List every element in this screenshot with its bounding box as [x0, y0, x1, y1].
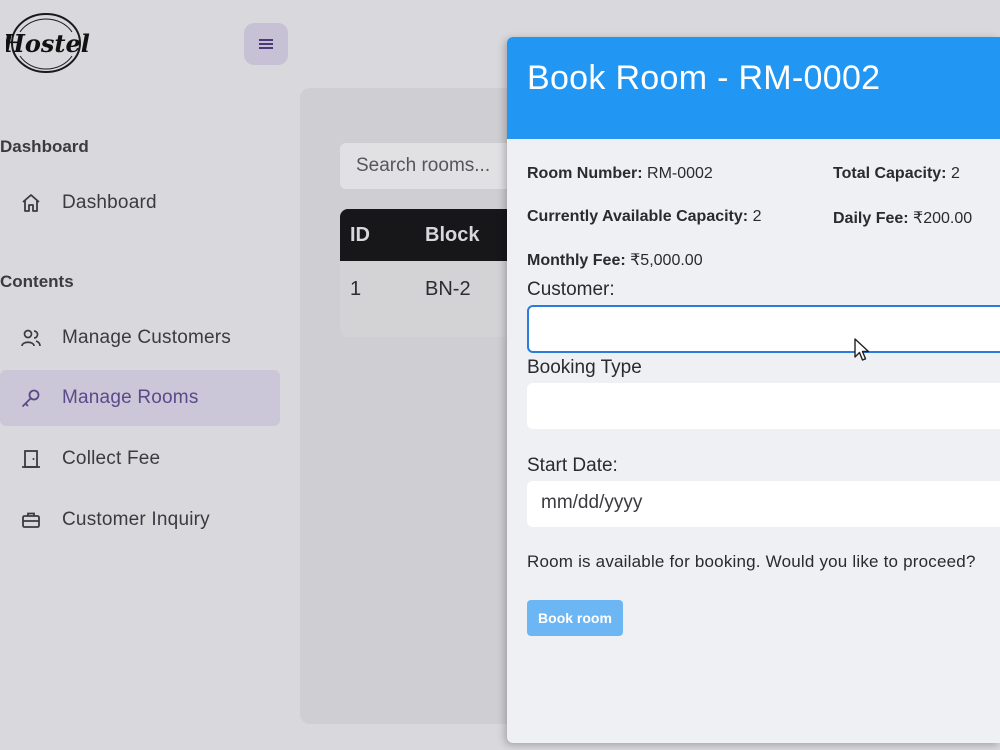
hostel-logo: Hostel	[1, 10, 90, 76]
room-number-value: RM-0002	[647, 165, 713, 182]
book-room-modal: Book Room - RM-0002 Room Number: RM-0002…	[507, 37, 1000, 743]
customer-input[interactable]	[527, 305, 1000, 353]
sidebar-item-collect-fee[interactable]: Collect Fee	[0, 431, 280, 487]
total-capacity-info: Total Capacity: 2	[833, 165, 960, 183]
mouse-cursor-icon	[854, 338, 870, 361]
users-icon	[20, 327, 42, 349]
modal-header: Book Room - RM-0002	[507, 37, 1000, 139]
booking-type-select[interactable]	[527, 383, 1000, 429]
door-icon	[20, 448, 42, 470]
total-capacity-value: 2	[950, 165, 960, 182]
sidebar-item-label: Customer Inquiry	[62, 509, 210, 530]
sidebar-item-dashboard[interactable]: Dashboard	[0, 175, 280, 231]
sidebar-item-customer-inquiry[interactable]: Customer Inquiry	[0, 492, 280, 548]
monthly-fee-value: ₹5,000.00	[630, 252, 703, 269]
daily-fee-value: ₹200.00	[913, 210, 973, 227]
available-capacity-value: 2	[752, 208, 762, 225]
sidebar-item-label: Dashboard	[62, 192, 157, 213]
cell-id: 1	[350, 278, 362, 300]
availability-message: Room is available for booking. Would you…	[527, 552, 976, 571]
sidebar-section-contents: Contents	[0, 272, 74, 291]
available-capacity-label: Currently Available Capacity:	[527, 208, 749, 225]
start-date-label: Start Date:	[527, 455, 618, 476]
monthly-fee-label: Monthly Fee:	[527, 252, 626, 269]
sidebar-item-manage-customers[interactable]: Manage Customers	[0, 310, 280, 366]
home-icon	[20, 192, 42, 214]
sidebar-item-manage-rooms[interactable]: Manage Rooms	[0, 370, 280, 426]
sidebar-item-label: Manage Rooms	[62, 387, 199, 408]
hamburger-icon	[259, 39, 273, 49]
monthly-fee-info: Monthly Fee: ₹5,000.00	[527, 250, 703, 270]
modal-title: Book Room - RM-0002	[527, 59, 881, 97]
daily-fee-info: Daily Fee: ₹200.00	[833, 208, 972, 228]
sidebar-section-dashboard: Dashboard	[0, 137, 89, 156]
briefcase-icon	[20, 509, 42, 531]
booking-type-label: Booking Type	[527, 357, 642, 378]
cell-block: BN-2	[425, 278, 471, 300]
room-number-info: Room Number: RM-0002	[527, 165, 713, 183]
sidebar-item-label: Manage Customers	[62, 327, 231, 348]
room-number-label: Room Number:	[527, 165, 643, 182]
column-header-block: Block	[425, 224, 480, 246]
key-icon	[20, 387, 42, 409]
book-room-button[interactable]: Book room	[527, 600, 623, 636]
menu-toggle-button[interactable]	[244, 23, 288, 65]
daily-fee-label: Daily Fee:	[833, 210, 909, 227]
sidebar-item-label: Collect Fee	[62, 448, 161, 469]
column-header-id: ID	[350, 224, 370, 246]
customer-label: Customer:	[527, 279, 615, 300]
logo-text: Hostel	[6, 29, 90, 58]
start-date-input[interactable]: mm/dd/yyyy	[527, 481, 1000, 527]
total-capacity-label: Total Capacity:	[833, 165, 947, 182]
available-capacity-info: Currently Available Capacity: 2	[527, 208, 761, 226]
